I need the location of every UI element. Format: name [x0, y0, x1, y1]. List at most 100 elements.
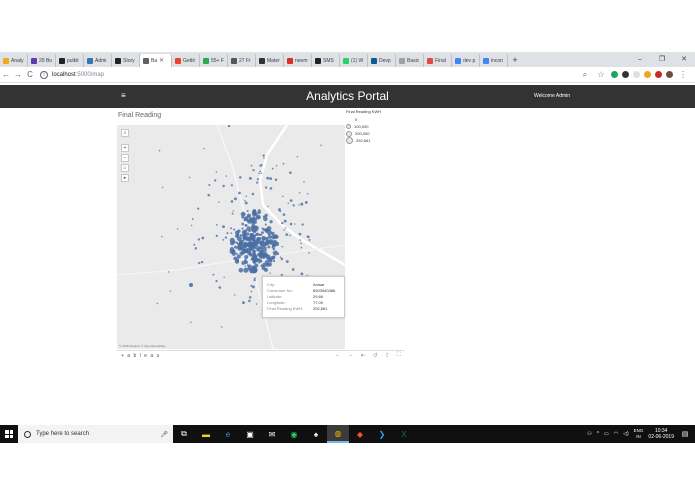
map-point[interactable] [245, 236, 250, 242]
map-point[interactable] [198, 261, 201, 265]
zoom-icon[interactable]: ⌕ [579, 70, 591, 80]
map-point[interactable] [216, 223, 218, 226]
browser-tab[interactable]: incon [480, 54, 508, 67]
new-tab-button[interactable]: + [508, 55, 522, 65]
map-point[interactable] [264, 213, 268, 218]
language-indicator[interactable]: ENG IN [634, 428, 644, 440]
tableau-logo[interactable]: + a b l e a u [121, 353, 160, 359]
map-pan-icon[interactable]: ▸ [121, 174, 129, 182]
battery-icon[interactable]: ▭ [604, 431, 609, 437]
map-point[interactable] [239, 239, 244, 245]
volume-icon[interactable]: ◁) [623, 431, 629, 437]
map-point[interactable] [161, 235, 163, 238]
map-point[interactable] [250, 164, 253, 167]
map-point[interactable] [273, 241, 276, 244]
extension-icon[interactable] [633, 71, 640, 78]
notification-icon[interactable]: ▤ [679, 430, 691, 438]
clock[interactable]: 10:34 02-06-2019 [648, 428, 674, 440]
map-point[interactable] [243, 216, 249, 222]
vscode-icon[interactable]: ❯ [371, 425, 393, 443]
map-point[interactable] [277, 244, 279, 247]
chrome-icon[interactable]: ◍ [327, 425, 349, 443]
microphone-icon[interactable]: 🎤︎ [160, 431, 168, 438]
map-point[interactable] [233, 294, 236, 296]
browser-tab[interactable]: Story [112, 54, 140, 67]
map-point[interactable] [262, 256, 265, 259]
map-point[interactable] [269, 272, 271, 274]
tray-chevron-icon[interactable]: ^ [597, 431, 599, 437]
map-point[interactable] [289, 199, 293, 202]
taskbar-search[interactable]: Type here to search 🎤︎ [18, 425, 173, 443]
extension-icon[interactable] [644, 71, 651, 78]
map-point[interactable] [238, 191, 241, 195]
map-point[interactable] [244, 199, 246, 202]
map-point[interactable] [258, 172, 260, 175]
map-point[interactable] [237, 244, 242, 249]
zoom-out-button[interactable]: − [121, 154, 129, 162]
reload-icon[interactable]: C [24, 70, 36, 79]
map-point[interactable] [303, 181, 305, 183]
map-point[interactable] [256, 247, 260, 250]
map-point[interactable] [237, 229, 241, 233]
map-point[interactable] [245, 232, 250, 236]
site-info-icon[interactable]: i [40, 70, 48, 79]
map-point[interactable] [267, 205, 269, 208]
map-point[interactable] [254, 277, 256, 280]
map-point[interactable] [241, 222, 244, 226]
map-point[interactable] [248, 299, 251, 303]
map-point[interactable] [270, 258, 273, 261]
map-point[interactable] [282, 213, 286, 216]
map-point[interactable] [222, 184, 225, 188]
map-point[interactable] [248, 250, 252, 254]
map-point[interactable] [193, 243, 196, 246]
start-button[interactable] [0, 425, 18, 443]
map-point[interactable] [260, 243, 264, 247]
map-point[interactable] [189, 283, 193, 287]
map-point[interactable] [274, 243, 277, 247]
map-point[interactable] [224, 236, 228, 239]
map-point[interactable] [269, 220, 273, 224]
map-point[interactable] [261, 235, 267, 241]
back-icon[interactable]: ← [0, 70, 12, 79]
map-point[interactable] [208, 183, 211, 187]
map-point[interactable] [231, 251, 237, 256]
map-point[interactable] [296, 155, 299, 158]
map-point[interactable] [294, 223, 296, 225]
browser-tab[interactable]: Final [424, 54, 452, 67]
map-point[interactable] [287, 202, 290, 205]
browser-tab[interactable]: dev p [452, 54, 480, 67]
map-point[interactable] [269, 259, 273, 263]
file-explorer-icon[interactable]: ▬ [195, 425, 217, 443]
excel-icon[interactable]: X [393, 425, 415, 443]
map-point[interactable] [285, 233, 289, 237]
map-point[interactable] [275, 235, 279, 239]
map-point[interactable] [231, 212, 234, 215]
map-point[interactable] [282, 162, 285, 165]
map-point[interactable] [260, 245, 265, 250]
network-icon[interactable]: ◠ [614, 431, 618, 437]
revert-button[interactable]: ⇤ [361, 352, 366, 359]
map-point[interactable] [291, 268, 295, 271]
browser-tab[interactable]: (1) W [340, 54, 368, 67]
people-icon[interactable]: ⚇ [587, 431, 591, 437]
map-point[interactable] [256, 237, 261, 242]
map-point[interactable] [304, 201, 308, 204]
map-point[interactable] [194, 247, 198, 250]
map-point[interactable] [276, 252, 280, 256]
map-point[interactable] [253, 212, 258, 217]
minimize-button[interactable]: – [629, 52, 651, 67]
map-point[interactable] [252, 250, 256, 254]
map-point[interactable] [289, 222, 293, 226]
map-point[interactable] [215, 234, 219, 238]
browser-tab[interactable]: Admi [84, 54, 112, 67]
extension-icon[interactable] [655, 71, 662, 78]
map-point[interactable] [279, 210, 282, 213]
map-point[interactable] [263, 216, 268, 222]
map-point[interactable] [298, 232, 302, 236]
map-point[interactable] [258, 252, 263, 257]
map-point[interactable] [259, 170, 261, 173]
map-point[interactable] [283, 229, 285, 231]
map-point[interactable] [190, 224, 193, 227]
menu-kebab-icon[interactable]: ⋮ [677, 70, 689, 79]
map-point[interactable] [197, 238, 200, 241]
